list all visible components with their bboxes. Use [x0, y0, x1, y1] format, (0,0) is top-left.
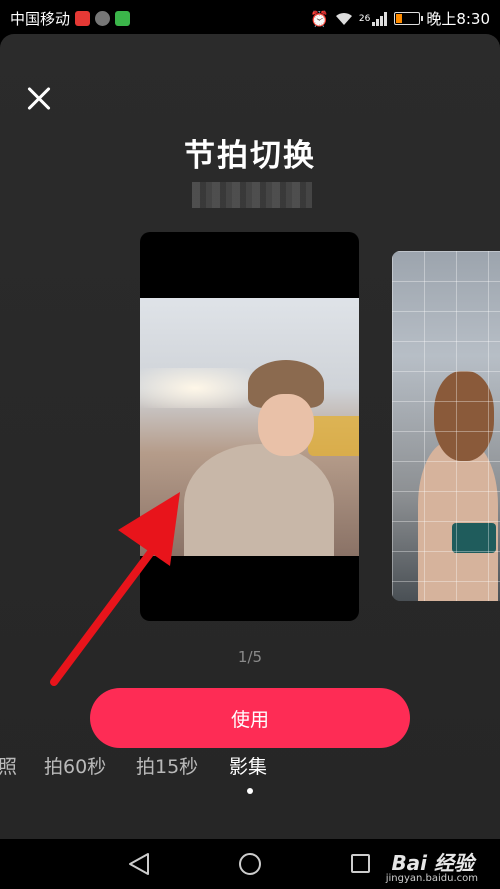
watermark-url: jingyan.baidu.com — [385, 873, 478, 884]
blurred-subtitle — [192, 182, 312, 208]
active-mode-dot — [247, 788, 253, 794]
watermark-brand: Bai 经验 — [391, 851, 474, 875]
network-type-label: 26 — [358, 13, 371, 24]
wechat-app-icon — [115, 11, 131, 26]
close-button[interactable] — [22, 82, 56, 116]
video-app-icon — [75, 11, 91, 26]
page-indicator: 1/5 — [237, 648, 263, 666]
wifi-icon — [335, 12, 352, 25]
mode-tab-60s[interactable]: 拍60秒 — [44, 752, 106, 779]
signal-icon — [372, 11, 388, 26]
battery-icon — [394, 12, 424, 25]
page-title: 节拍切换 — [184, 138, 316, 174]
mode-tab-photo[interactable]: 照 — [0, 752, 17, 779]
template-preview-card[interactable] — [140, 232, 359, 621]
back-icon[interactable] — [128, 852, 150, 876]
home-icon[interactable] — [239, 853, 261, 875]
status-bar: 中国移动 ⏰ 26 晚上8:30 — [0, 0, 500, 34]
template-sheet: 节拍切换 1/5 使用 — [0, 34, 500, 839]
use-button[interactable]: 使用 — [90, 688, 410, 748]
carrier-label: 中国移动 — [10, 10, 71, 28]
mode-tab-15s[interactable]: 拍15秒 — [136, 752, 198, 779]
camera-app-icon — [95, 11, 111, 26]
next-template-card[interactable] — [392, 251, 500, 601]
clock-time: 晚上8:30 — [426, 10, 490, 28]
status-right: ⏰ 26 晚上8:30 — [310, 8, 490, 29]
status-left: 中国移动 — [10, 8, 131, 29]
mode-tabs: 照 拍60秒 拍15秒 影集 — [0, 752, 500, 782]
preview-photo — [140, 298, 359, 556]
alarm-icon: ⏰ — [310, 9, 329, 28]
baidu-jingyan-watermark: Bai 经验 jingyan.baidu.com — [360, 845, 490, 885]
mode-tab-album[interactable]: 影集 — [229, 752, 267, 779]
